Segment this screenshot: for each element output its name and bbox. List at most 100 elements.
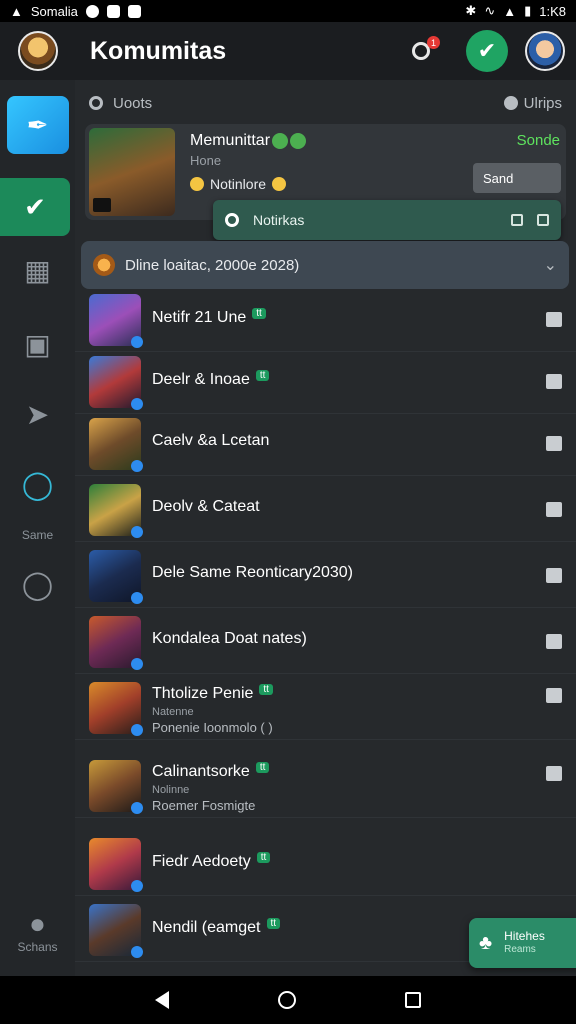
- list-item[interactable]: Thtolize Penie tt Natenne Ponenie Ioonmolo …: [75, 678, 576, 740]
- notification-bar[interactable]: Notirkas: [213, 200, 561, 240]
- share-icon[interactable]: [546, 312, 562, 327]
- game-thumbnail: [89, 550, 143, 604]
- sidebar-label-bottom: Schans: [17, 940, 58, 954]
- featured-subtitle: Hone: [190, 153, 222, 168]
- people-icon: ●: [29, 908, 46, 939]
- game-thumbnail: [89, 484, 143, 538]
- chevron-down-icon: ⌄: [543, 257, 557, 274]
- search-icon: [225, 213, 239, 227]
- platform-icon: [131, 658, 143, 670]
- platform-icon: [131, 460, 143, 472]
- sidebar-item-edit[interactable]: ✒: [0, 96, 75, 154]
- list-item-subtitle: Natenne: [152, 706, 194, 718]
- user-avatar[interactable]: [525, 31, 565, 71]
- floating-action-card[interactable]: ♣ Hitehes Reams ▶: [469, 918, 576, 968]
- platform-icon: [131, 592, 143, 604]
- list-item-tag: tt: [266, 918, 281, 929]
- sidebar: ✒ ✔ ▦ ▣ ➤ ◯ Same ◯ ● Schans: [0, 80, 75, 976]
- list-item[interactable]: Deolv & Cateat: [75, 480, 576, 542]
- system-nav-bar: [0, 976, 576, 1024]
- list-item-subtitle: Nolinne: [152, 784, 190, 796]
- messenger-icon: [85, 4, 99, 18]
- share-icon[interactable]: [546, 634, 562, 649]
- sidebar-item-stats[interactable]: ▦: [0, 252, 75, 288]
- list-item-tag: tt: [256, 852, 271, 863]
- leaf-icon: ♣: [479, 931, 493, 954]
- share-icon[interactable]: [546, 436, 562, 451]
- send-button[interactable]: Sand: [473, 163, 561, 193]
- list-item-title: Nendil (eamget tt: [152, 918, 281, 937]
- list-item-title: Deelr & Inoae tt: [152, 370, 270, 389]
- list-item-tag: tt: [252, 308, 266, 319]
- platform-icon: [131, 336, 143, 348]
- dropdown-label: Dline loaitac, 2000e 2028): [125, 256, 300, 274]
- wifi-icon: ▲: [503, 3, 517, 19]
- recents-icon[interactable]: [405, 992, 422, 1008]
- battery-icon: ▮: [524, 3, 532, 18]
- status-time: 1:K8: [539, 3, 566, 19]
- sidebar-item-calendar[interactable]: ▣: [0, 326, 75, 362]
- fab-subtitle: Reams: [504, 944, 536, 955]
- share-icon[interactable]: [546, 568, 562, 583]
- confirm-button[interactable]: ✔: [466, 30, 508, 72]
- list-item[interactable]: Dele Same Reonticary2030): [75, 546, 576, 608]
- filter-dropdown[interactable]: Dline loaitac, 2000e 2028) ⌄: [81, 241, 569, 289]
- status-bar: ▲ Somalia ✱ ∿ ▲ ▮ 1:K8: [0, 0, 576, 22]
- coin-icon: [190, 177, 204, 191]
- list-item-title: Caelv &a Lcetan: [152, 432, 269, 450]
- vibrate-icon: ∿: [484, 3, 496, 18]
- list-item-title-text: Calinantsorke: [152, 763, 250, 780]
- toggle-icon[interactable]: [537, 214, 549, 226]
- list-item[interactable]: Fiedr Aedoety tt: [75, 834, 576, 896]
- profile-avatar[interactable]: [18, 31, 58, 71]
- game-thumbnail: [89, 294, 143, 348]
- list-item[interactable]: Caelv &a Lcetan: [75, 414, 576, 476]
- subheader-left[interactable]: Uoots: [113, 95, 152, 112]
- calendar-icon: ▣: [24, 328, 51, 360]
- list-item[interactable]: Calinantsorke tt Nolinne Roemer Fosmigte: [75, 756, 576, 818]
- featured-art: [89, 128, 175, 216]
- list-item-title: Thtolize Penie tt: [152, 684, 273, 703]
- check-icon: ✔: [0, 178, 70, 236]
- app-icon: [106, 4, 120, 18]
- sidebar-item-location[interactable]: ➤: [0, 396, 75, 432]
- platform-icon: [131, 398, 143, 410]
- game-thumbnail: [89, 838, 143, 892]
- verified-icon: [290, 132, 307, 149]
- sidebar-item-circle[interactable]: ◯: [0, 466, 75, 502]
- flag-icon[interactable]: [511, 214, 523, 226]
- notifications-button[interactable]: 1: [410, 36, 440, 66]
- clock-icon: [503, 96, 518, 110]
- emblem-icon: [93, 254, 115, 276]
- home-icon[interactable]: [277, 991, 296, 1009]
- back-icon[interactable]: [154, 991, 169, 1009]
- game-thumbnail: [89, 418, 143, 472]
- share-icon[interactable]: [546, 502, 562, 517]
- share-icon[interactable]: [546, 766, 562, 781]
- featured-name-text: Memunittar: [190, 132, 271, 149]
- sidebar-item-check[interactable]: ✔: [0, 178, 75, 236]
- platform-icon: [93, 198, 111, 212]
- list-item-title-text: Deelr & Inoae: [152, 371, 250, 388]
- gear-icon: [89, 96, 103, 110]
- featured-name: Memunittar: [190, 132, 307, 150]
- share-icon[interactable]: [546, 374, 562, 389]
- check-icon: ✔: [477, 38, 497, 63]
- list-item-tag: tt: [255, 762, 270, 773]
- list-item-title: Fiedr Aedoety tt: [152, 852, 271, 871]
- list-item-title-text: Dele Same Reonticary2030): [152, 564, 353, 581]
- list-item[interactable]: Deelr & Inoae tt: [75, 352, 576, 414]
- list-item-title: Deolv & Cateat: [152, 498, 260, 516]
- game-thumbnail: [89, 616, 143, 670]
- platform-icon: [131, 802, 143, 814]
- list-item[interactable]: Netifr 21 Une tt: [75, 290, 576, 352]
- list-item-title-text: Kondalea Doat nates): [152, 630, 307, 647]
- subheader-right[interactable]: Ulrips: [524, 95, 562, 112]
- list-item[interactable]: Kondalea Doat nates): [75, 612, 576, 674]
- sidebar-item-search[interactable]: ◯: [0, 566, 75, 602]
- share-icon[interactable]: [546, 688, 562, 703]
- list-item-tag: tt: [259, 684, 273, 695]
- featured-notification: Notinlore: [190, 176, 287, 192]
- list-item-title-text: Nendil (eamget: [152, 919, 261, 936]
- sidebar-item-people[interactable]: ●: [0, 906, 75, 942]
